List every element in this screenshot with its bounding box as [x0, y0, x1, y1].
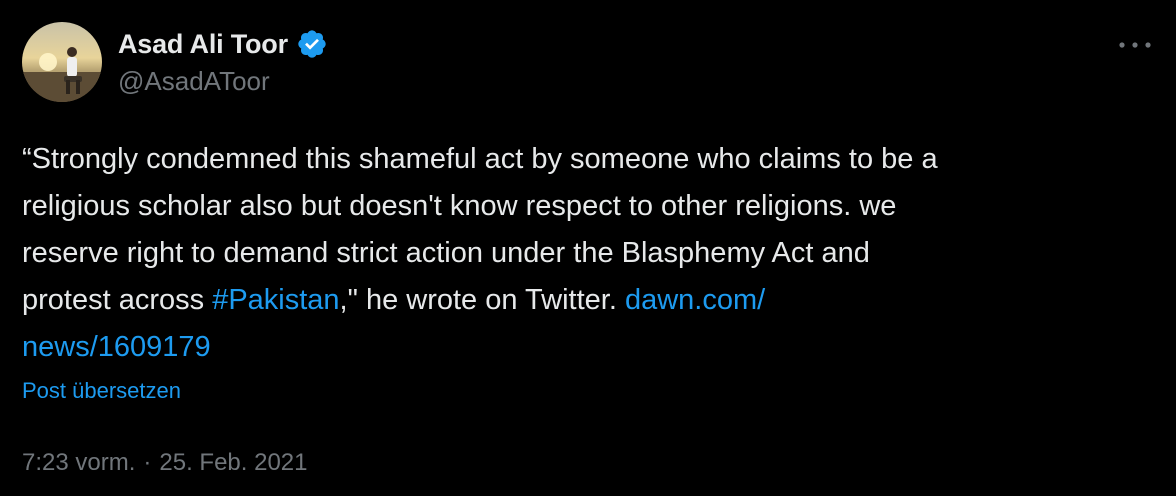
post-text-middle: ," he wrote on Twitter.: [339, 284, 625, 316]
post-date[interactable]: 25. Feb. 2021: [159, 449, 307, 477]
post-text: “Strongly condemned this shameful act by…: [22, 136, 1142, 371]
tweet-card: Asad Ali Toor @AsadAToor “Strongly conde…: [0, 0, 1176, 496]
avatar[interactable]: [22, 22, 102, 102]
author-name-row: Asad Ali Toor: [118, 24, 328, 64]
avatar-photo: [22, 22, 102, 102]
more-options-icon: [1119, 42, 1151, 48]
more-options-button[interactable]: [1114, 30, 1156, 60]
translate-post-button[interactable]: Post übersetzen: [22, 378, 181, 404]
post-text-line-1: “Strongly condemned this shameful act by…: [22, 143, 938, 175]
hashtag-link[interactable]: #Pakistan: [212, 284, 339, 316]
post-text-line-2: religious scholar also but doesn't know …: [22, 190, 897, 222]
post-text-line-3: reserve right to demand strict action un…: [22, 237, 870, 269]
post-text-line-5: news/1609179: [22, 324, 1142, 371]
article-link-part2[interactable]: news/1609179: [22, 331, 211, 363]
post-time[interactable]: 7:23 vorm.: [22, 449, 135, 477]
author-display-name[interactable]: Asad Ali Toor: [118, 29, 288, 60]
post-text-line-4: protest across #Pakistan," he wrote on T…: [22, 277, 1142, 324]
post-text-prefix: protest across: [22, 284, 213, 316]
verified-badge-icon[interactable]: [296, 28, 328, 60]
post-timestamp: 7:23 vorm. · 25. Feb. 2021: [22, 449, 308, 477]
meta-separator: ·: [143, 449, 152, 476]
author-handle[interactable]: @AsadAToor: [118, 66, 270, 97]
article-link-part1[interactable]: dawn.com/: [625, 284, 765, 316]
